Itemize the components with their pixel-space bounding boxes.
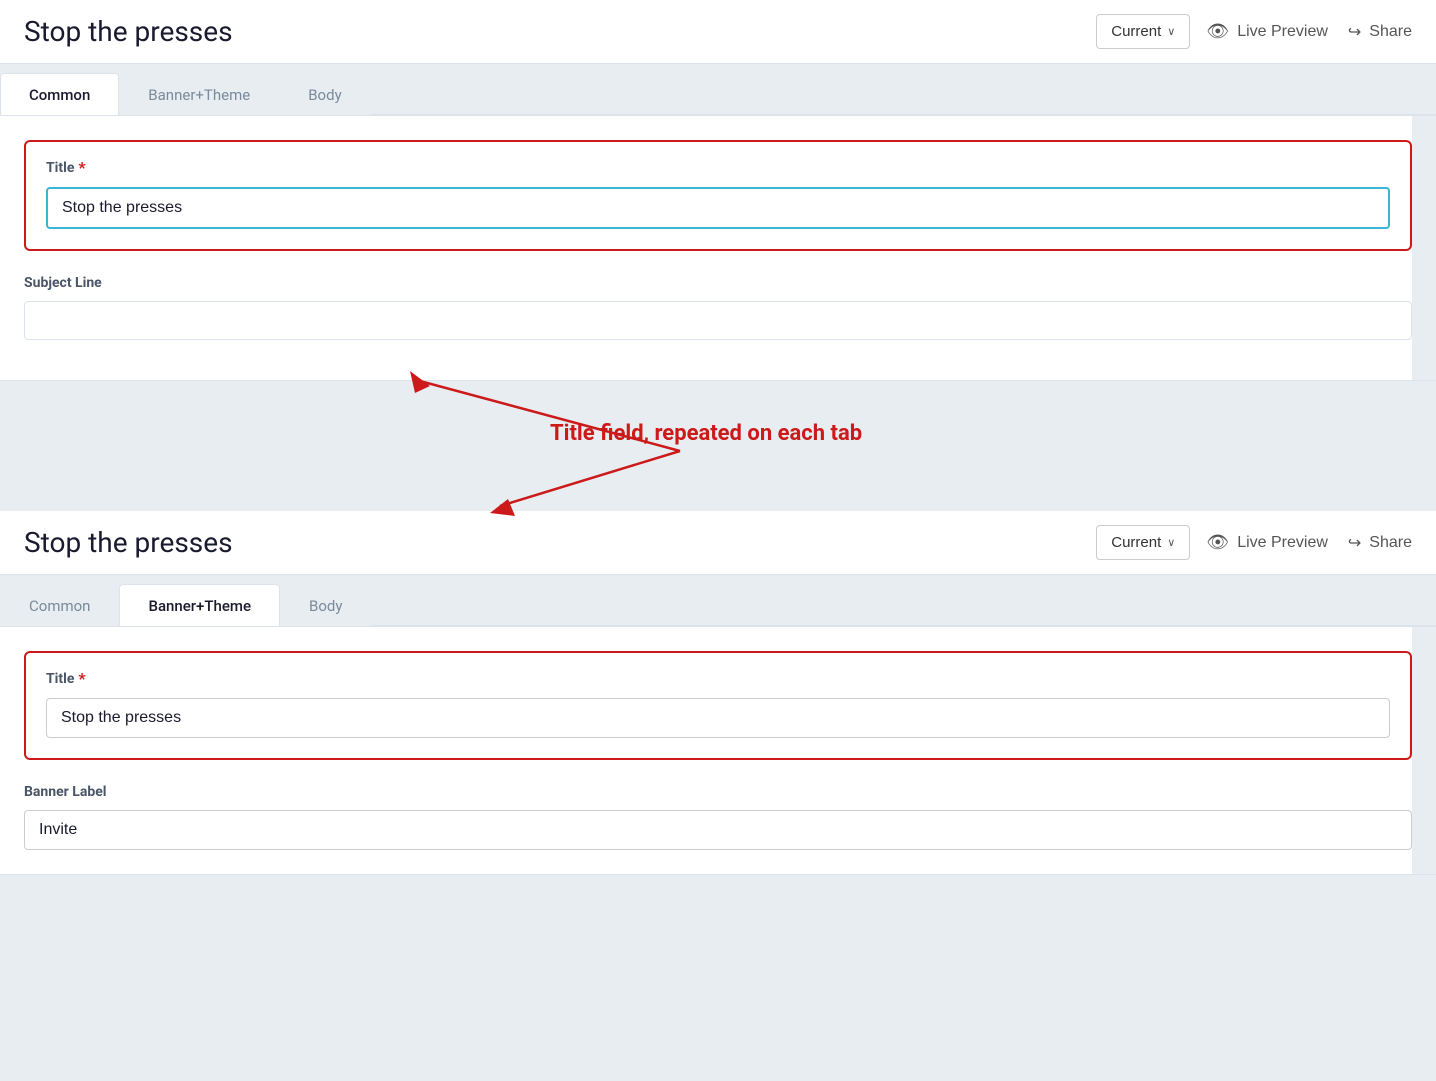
panel-1-content: Title * Subject Line [0, 115, 1436, 380]
tab-banner-theme-1[interactable]: Banner+Theme [119, 73, 279, 116]
tabs-bar-1: Common Banner+Theme Body [0, 64, 1436, 115]
share-label-1: Share [1369, 23, 1412, 41]
share-button-2[interactable]: ↪ Share [1348, 533, 1412, 553]
share-button-1[interactable]: ↪ Share [1348, 22, 1412, 42]
share-icon-2: ↪ [1348, 533, 1361, 553]
header-right-2: 👁 Live Preview ↪ Share [1206, 532, 1412, 553]
subject-line-section-1: Subject Line [24, 275, 1412, 340]
panel-1: Stop the presses Current ∨ 👁 Live Previe… [0, 0, 1436, 381]
tab-separator-2 [371, 583, 1436, 626]
live-preview-label-2: Live Preview [1237, 534, 1328, 552]
banner-label-input[interactable] [24, 810, 1412, 850]
live-preview-button-2[interactable]: 👁 Live Preview [1206, 532, 1328, 553]
chevron-down-icon-1: ∨ [1167, 25, 1175, 38]
share-icon-1: ↪ [1348, 22, 1361, 42]
subject-line-label-1: Subject Line [24, 275, 1412, 291]
page-title-1: Stop the presses [24, 15, 1080, 48]
banner-label-section: Banner Label [24, 784, 1412, 850]
current-dropdown-1[interactable]: Current ∨ [1096, 14, 1190, 49]
page-title-2: Stop the presses [24, 526, 1080, 559]
tab-common-1[interactable]: Common [0, 73, 119, 116]
title-input-1[interactable] [46, 187, 1390, 229]
header-right-1: 👁 Live Preview ↪ Share [1206, 21, 1412, 42]
tabs-bar-2: Common Banner+Theme Body [0, 575, 1436, 626]
banner-label-label: Banner Label [24, 784, 1412, 800]
title-section-2: Title * [24, 651, 1412, 760]
right-sidebar-strip-2 [1412, 627, 1436, 874]
annotation-text: Title field, repeated on each tab [550, 421, 862, 446]
panel-2: Stop the presses Current ∨ 👁 Live Previe… [0, 511, 1436, 875]
tab-separator-1 [371, 72, 1436, 115]
tab-body-2[interactable]: Body [280, 584, 371, 627]
live-preview-label-1: Live Preview [1237, 23, 1328, 41]
annotation-area: Title field, repeated on each tab [0, 381, 1436, 511]
current-label-2: Current [1111, 534, 1161, 551]
chevron-down-icon-2: ∨ [1167, 536, 1175, 549]
right-sidebar-strip-1 [1412, 116, 1436, 380]
tab-body-1[interactable]: Body [279, 73, 370, 116]
panel-1-header: Stop the presses Current ∨ 👁 Live Previe… [0, 0, 1436, 64]
share-label-2: Share [1369, 534, 1412, 552]
current-label-1: Current [1111, 23, 1161, 40]
panel-2-header: Stop the presses Current ∨ 👁 Live Previe… [0, 511, 1436, 575]
required-star-2: * [78, 669, 85, 688]
subject-line-input-1[interactable] [24, 301, 1412, 340]
eye-icon-1: 👁 [1206, 21, 1229, 42]
required-star-1: * [78, 158, 85, 177]
title-section-1: Title * [24, 140, 1412, 251]
eye-icon-2: 👁 [1206, 532, 1229, 553]
title-input-2[interactable] [46, 698, 1390, 738]
live-preview-button-1[interactable]: 👁 Live Preview [1206, 21, 1328, 42]
panel-2-content: Title * Banner Label [0, 626, 1436, 874]
tab-common-2[interactable]: Common [0, 584, 119, 627]
current-dropdown-2[interactable]: Current ∨ [1096, 525, 1190, 560]
title-label-2: Title * [46, 669, 1390, 688]
title-label-1: Title * [46, 158, 1390, 177]
tab-banner-theme-2[interactable]: Banner+Theme [119, 584, 280, 627]
